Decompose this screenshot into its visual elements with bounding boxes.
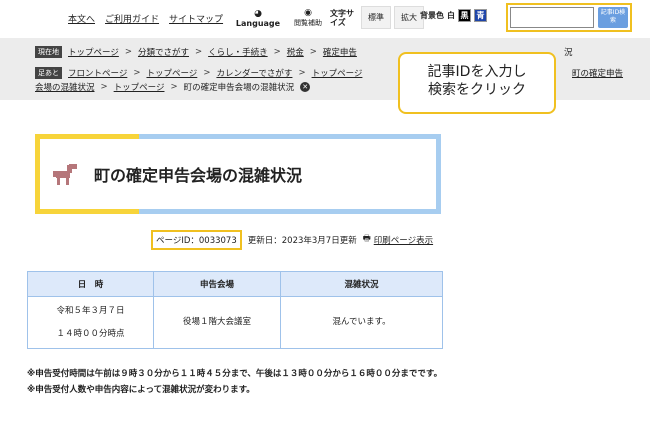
- col-header-datetime: 日 時: [27, 271, 154, 297]
- updated-date: 更新日：2023年3月7日更新: [247, 236, 357, 246]
- title-inner: 町の確定申告会場の混雑状況: [40, 139, 436, 209]
- skip-to-content-link[interactable]: 本文へ: [68, 12, 95, 25]
- bgcolor-label: 背景色: [420, 11, 444, 20]
- breadcrumb-separator: >: [309, 47, 317, 57]
- breadcrumb-link[interactable]: 確定申告: [323, 46, 357, 58]
- text-size-standard-button[interactable]: 標準: [361, 6, 391, 29]
- callout-line-2: 検索をクリック: [428, 82, 526, 98]
- breadcrumb-current: 現在地 トップページ > 分類でさがす > くらし・手続き > 税金 > 確定申…: [35, 46, 357, 58]
- history-current-page: 町の確定申告会場の混雑状況: [183, 83, 295, 93]
- callout-line-1: 記事IDを入力し: [427, 64, 527, 80]
- breadcrumb-separator: >: [170, 82, 178, 92]
- breadcrumb-current-tail: 況: [564, 46, 573, 58]
- history-link[interactable]: フロントページ: [68, 67, 127, 79]
- utility-links: 本文へ ご利用ガイド サイトマップ: [68, 12, 223, 25]
- eye-icon: ◉: [304, 8, 312, 18]
- history-tag: 足あと: [35, 67, 62, 79]
- col-header-status: 混雑状況: [280, 271, 443, 297]
- cell-venue: 役場１階大会議室: [153, 296, 281, 349]
- bg-black-button[interactable]: 黒: [458, 9, 471, 22]
- breadcrumb-separator: >: [100, 82, 108, 92]
- breadcrumb-separator: >: [124, 47, 132, 57]
- breadcrumb-separator: >: [273, 47, 281, 57]
- language-label: Language: [235, 18, 281, 28]
- notes: ※申告受付時間は午前は９時３０分から１１時４５分まで、午後は１３時００分から１６…: [27, 366, 457, 398]
- breadcrumb-separator: >: [194, 47, 203, 57]
- print-link[interactable]: 🖶 印刷ページ表示: [363, 233, 433, 247]
- history-link[interactable]: トップページ: [146, 67, 197, 79]
- bg-blue-button[interactable]: 青: [474, 9, 487, 22]
- sitemap-link[interactable]: サイトマップ: [169, 12, 223, 25]
- bg-white-button[interactable]: 白: [447, 9, 455, 22]
- breadcrumb-link[interactable]: くらし・手続き: [208, 46, 268, 58]
- language-button[interactable]: ◕ Language: [232, 5, 284, 31]
- cell-status: 混んでいます。: [280, 296, 443, 349]
- breadcrumb-history-row2: 会場の混雑状況 > トップページ > 町の確定申告会場の混雑状況 ✕: [35, 81, 311, 93]
- article-id-search-highlight: 記事ID検索: [506, 3, 632, 32]
- breadcrumb-history-tail: 町の確定申告: [572, 67, 623, 79]
- text-size-label: 文字サイズ: [330, 8, 354, 27]
- breadcrumb-current-page: 況: [564, 48, 573, 58]
- cell-date: 令和５年３月７日: [56, 305, 125, 316]
- text-size-control: 文字サイズ 標準 拡大: [330, 6, 424, 29]
- globe-icon: ◕: [254, 8, 262, 19]
- table-header-row: 日 時 申告会場 混雑状況: [27, 271, 443, 297]
- note-hours: ※申告受付時間は午前は９時３０分から１１時４５分まで、午後は１３時００分から１６…: [27, 369, 443, 379]
- page-title: 町の確定申告会場の混雑状況: [94, 166, 303, 185]
- breadcrumb-separator: >: [298, 68, 306, 78]
- breadcrumb-separator: >: [203, 68, 211, 78]
- reading-assist-label: 閲覧補助: [294, 19, 322, 27]
- article-id-search-button[interactable]: 記事ID検索: [598, 7, 628, 28]
- printer-icon: 🖶: [362, 234, 371, 244]
- congestion-table: 日 時 申告会場 混雑状況 令和５年３月７日 １４時００分時点 役場１階大会議室…: [27, 271, 443, 349]
- horse-icon: [53, 164, 77, 185]
- history-link[interactable]: カレンダーでさがす: [216, 67, 292, 79]
- col-header-venue: 申告会場: [153, 271, 281, 297]
- history-link[interactable]: トップページ: [114, 81, 165, 93]
- table-row: 令和５年３月７日 １４時００分時点 役場１階大会議室 混んでいます。: [27, 296, 443, 349]
- page-meta: ページID：0033073 更新日：2023年3月7日更新 🖶 印刷ページ表示: [151, 230, 433, 250]
- history-link[interactable]: 会場の混雑状況: [35, 81, 95, 93]
- breadcrumb-link[interactable]: 分類でさがす: [138, 46, 189, 58]
- page-title-box: 町の確定申告会場の混雑状況: [35, 134, 441, 214]
- page-id: ページID：0033073: [151, 230, 242, 250]
- close-icon[interactable]: ✕: [300, 82, 311, 92]
- breadcrumb-history: 足あと フロントページ > トップページ > カレンダーでさがす > トップペー…: [35, 67, 362, 79]
- history-link[interactable]: 町の確定申告: [572, 67, 623, 79]
- breadcrumb-link[interactable]: トップページ: [68, 46, 119, 58]
- history-link[interactable]: トップページ: [312, 67, 363, 79]
- note-congestion: ※申告受付人数や申告内容によって混雑状況が変わります。: [27, 385, 255, 395]
- cell-time: １４時００分時点: [56, 328, 125, 339]
- current-location-tag: 現在地: [35, 46, 62, 58]
- cell-datetime: 令和５年３月７日 １４時００分時点: [27, 296, 154, 349]
- instruction-callout: 記事IDを入力し 検索をクリック: [398, 52, 556, 114]
- breadcrumb-separator: >: [133, 68, 141, 78]
- background-color-control: 背景色 白 黒 青: [420, 9, 487, 22]
- usage-guide-link[interactable]: ご利用ガイド: [105, 12, 159, 25]
- article-id-input[interactable]: [510, 7, 594, 28]
- site-header: 本文へ ご利用ガイド サイトマップ ◕ Language ◉ 閲覧補助 文字サイ…: [0, 0, 650, 36]
- print-label: 印刷ページ表示: [373, 236, 434, 246]
- breadcrumb-link[interactable]: 税金: [287, 46, 304, 58]
- reading-assist-button[interactable]: ◉ 閲覧補助: [290, 5, 326, 31]
